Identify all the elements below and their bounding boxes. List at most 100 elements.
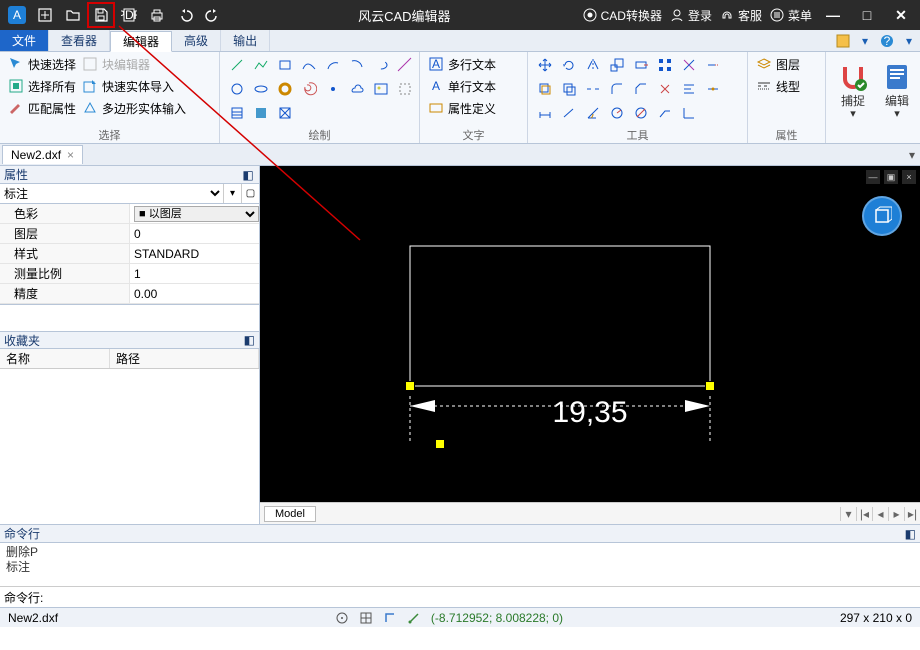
cloud-tool-icon[interactable] xyxy=(346,78,368,100)
ring-tool-icon[interactable] xyxy=(274,78,296,100)
scroll-left-icon[interactable]: ◂ xyxy=(872,507,888,521)
dim-diameter-icon[interactable] xyxy=(630,102,652,124)
help-icon[interactable]: ? xyxy=(876,30,898,51)
fav-col-path[interactable]: 路径 xyxy=(110,349,259,368)
stext-button[interactable]: A单行文本 xyxy=(426,76,498,96)
array-tool-icon[interactable] xyxy=(654,54,676,76)
extend-tool-icon[interactable] xyxy=(702,54,724,76)
drawing-canvas[interactable]: — ▣ × 19,35 xyxy=(260,166,920,502)
point-tool-icon[interactable] xyxy=(322,78,344,100)
maximize-button[interactable]: □ xyxy=(854,3,880,27)
pin-icon[interactable]: ◧ xyxy=(241,168,255,182)
match-props-button[interactable]: 匹配属性 xyxy=(6,98,78,118)
image-tool-icon[interactable] xyxy=(370,78,392,100)
ellipse-tool-icon[interactable] xyxy=(250,78,272,100)
quick-import-button[interactable]: 快速实体导入 xyxy=(80,76,188,96)
entity-type-select[interactable]: 标注 xyxy=(0,184,223,203)
prop-style-value[interactable]: STANDARD xyxy=(130,244,259,263)
spiral-tool-icon[interactable] xyxy=(298,78,320,100)
dim-ord-icon[interactable] xyxy=(678,102,700,124)
gradient-tool-icon[interactable] xyxy=(250,102,272,124)
tab-advanced[interactable]: 高级 xyxy=(172,30,221,51)
export-pdf-icon[interactable]: PDF xyxy=(116,3,142,27)
line-tool-icon[interactable] xyxy=(226,54,248,76)
dim-linear-icon[interactable] xyxy=(534,102,556,124)
open-file-icon[interactable] xyxy=(60,3,86,27)
offset-tool-icon[interactable] xyxy=(534,78,556,100)
edit-button[interactable]: 编辑▾ xyxy=(876,54,918,127)
status-grid-icon[interactable] xyxy=(359,611,373,625)
more-draw-icon[interactable] xyxy=(394,78,416,100)
trim-tool-icon[interactable] xyxy=(678,54,700,76)
close-button[interactable]: ✕ xyxy=(888,3,914,27)
save-file-icon[interactable] xyxy=(88,3,114,27)
tab-file[interactable]: 文件 xyxy=(0,30,49,51)
scroll-right-icon[interactable]: ▸ xyxy=(888,507,904,521)
prop-color-value[interactable]: ■ 以图层 xyxy=(134,206,259,222)
explode-tool-icon[interactable] xyxy=(654,78,676,100)
hatch-tool-icon[interactable] xyxy=(226,102,248,124)
login-link[interactable]: 登录 xyxy=(670,7,712,24)
cad-converter-link[interactable]: CAD转换器 xyxy=(583,7,662,24)
tab-editor[interactable]: 编辑器 xyxy=(110,31,172,52)
layer-props-button[interactable]: 图层 xyxy=(754,54,802,74)
command-output[interactable]: 删除P 标注 xyxy=(0,543,920,587)
xline-tool-icon[interactable] xyxy=(394,54,416,76)
service-link[interactable]: 客服 xyxy=(720,7,762,24)
status-snap-icon[interactable] xyxy=(335,611,349,625)
ribbon-dropdown-icon[interactable]: ▾ xyxy=(854,30,876,51)
new-file-icon[interactable] xyxy=(32,3,58,27)
break-tool-icon[interactable] xyxy=(582,78,604,100)
app-logo-icon[interactable]: A xyxy=(4,3,30,27)
polyline-tool-icon[interactable] xyxy=(250,54,272,76)
doc-tab[interactable]: New2.dxf× xyxy=(2,145,83,164)
model-tab[interactable]: Model xyxy=(264,506,316,522)
minimize-button[interactable]: — xyxy=(820,3,846,27)
quick-select-button[interactable]: 快速选择 xyxy=(6,54,78,74)
status-polar-icon[interactable] xyxy=(407,611,421,625)
linetype-button[interactable]: 线型 xyxy=(754,76,802,96)
block-editor-button[interactable]: 块编辑器 xyxy=(80,54,188,74)
ribbon-style-icon[interactable] xyxy=(832,30,854,51)
attdef-button[interactable]: 属性定义 xyxy=(426,98,498,118)
spline-tool-icon[interactable] xyxy=(298,54,320,76)
grip-icon[interactable] xyxy=(406,382,414,390)
dimension-text[interactable]: 19,35 xyxy=(552,396,627,430)
undo-icon[interactable] xyxy=(172,3,198,27)
mtext-button[interactable]: A多行文本 xyxy=(426,54,498,74)
copy-tool-icon[interactable] xyxy=(558,78,580,100)
menu-link[interactable]: 菜单 xyxy=(770,7,812,24)
arc2-tool-icon[interactable] xyxy=(346,54,368,76)
tab-output[interactable]: 输出 xyxy=(221,30,270,51)
dim-angular-icon[interactable] xyxy=(582,102,604,124)
scale-tool-icon[interactable] xyxy=(606,54,628,76)
fav-col-name[interactable]: 名称 xyxy=(0,349,110,368)
block-tool-icon[interactable] xyxy=(274,102,296,124)
prop-layer-value[interactable]: 0 xyxy=(130,224,259,243)
mirror-tool-icon[interactable] xyxy=(582,54,604,76)
help-dropdown-icon[interactable]: ▾ xyxy=(898,30,920,51)
prop-sel-btn2[interactable]: ▢ xyxy=(241,184,259,203)
doctabs-dropdown-icon[interactable]: ▾ xyxy=(904,148,920,162)
select-all-button[interactable]: 选择所有 xyxy=(6,76,78,96)
redo-icon[interactable] xyxy=(200,3,226,27)
move-tool-icon[interactable] xyxy=(534,54,556,76)
pin-icon[interactable]: ◧ xyxy=(905,527,916,541)
align-tool-icon[interactable] xyxy=(678,78,700,100)
rotate-tool-icon[interactable] xyxy=(558,54,580,76)
scroll-first-icon[interactable]: |◂ xyxy=(856,507,872,521)
stretch-tool-icon[interactable] xyxy=(630,54,652,76)
dim-radius-icon[interactable] xyxy=(606,102,628,124)
join-tool-icon[interactable] xyxy=(702,78,724,100)
circle-tool-icon[interactable] xyxy=(226,78,248,100)
fillet-tool-icon[interactable] xyxy=(606,78,628,100)
rect-tool-icon[interactable] xyxy=(274,54,296,76)
grip-icon[interactable] xyxy=(436,440,444,448)
prop-scale-value[interactable]: 1 xyxy=(130,264,259,283)
arc-tool-icon[interactable] xyxy=(322,54,344,76)
pin-icon[interactable]: ◧ xyxy=(244,333,255,347)
status-ortho-icon[interactable] xyxy=(383,611,397,625)
prop-prec-value[interactable]: 0.00 xyxy=(130,284,259,303)
polygon-import-button[interactable]: 多边形实体输入 xyxy=(80,98,188,118)
layout-dropdown-icon[interactable]: ▾ xyxy=(840,507,856,521)
